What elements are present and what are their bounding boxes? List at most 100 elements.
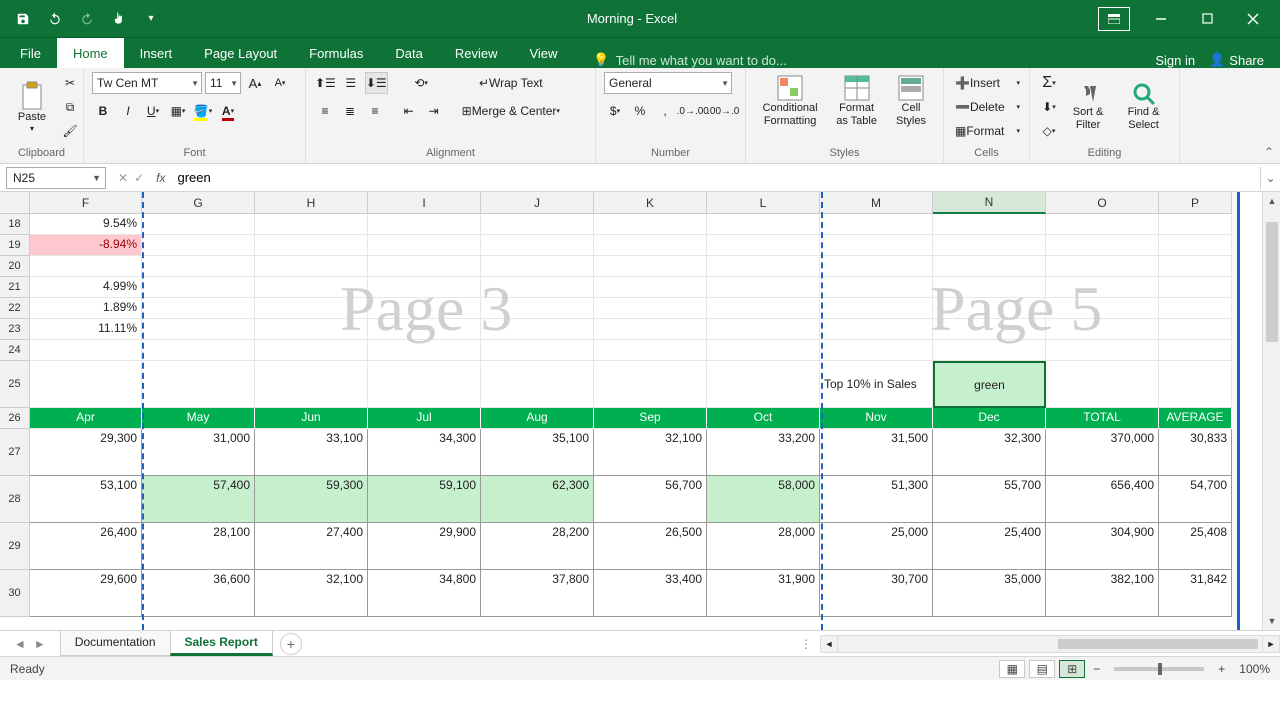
row-header-30[interactable]: 30 bbox=[0, 570, 30, 617]
col-header-K[interactable]: K bbox=[594, 192, 707, 214]
sign-in-link[interactable]: Sign in bbox=[1155, 53, 1195, 68]
cell[interactable] bbox=[481, 277, 594, 298]
sheet-tab-documentation[interactable]: Documentation bbox=[60, 631, 171, 656]
cell[interactable] bbox=[481, 361, 594, 408]
row-header-29[interactable]: 29 bbox=[0, 523, 30, 570]
cell[interactable] bbox=[1159, 361, 1232, 408]
insert-cells-button[interactable]: ➕ Insert ▾ bbox=[952, 72, 1021, 94]
cell[interactable] bbox=[1046, 298, 1159, 319]
cell[interactable] bbox=[255, 214, 368, 235]
cell[interactable] bbox=[820, 298, 933, 319]
cell[interactable] bbox=[1159, 319, 1232, 340]
cell[interactable] bbox=[594, 319, 707, 340]
format-as-table-button[interactable]: Format as Table bbox=[829, 72, 884, 130]
cell[interactable] bbox=[594, 214, 707, 235]
tab-view[interactable]: View bbox=[513, 38, 573, 68]
page-break-view-icon[interactable]: ⊞ bbox=[1059, 660, 1085, 678]
zoom-level[interactable]: 100% bbox=[1239, 662, 1270, 676]
col-header-J[interactable]: J bbox=[481, 192, 594, 214]
cell[interactable] bbox=[707, 298, 820, 319]
cell[interactable] bbox=[707, 319, 820, 340]
data-cell[interactable]: 30,833 bbox=[1159, 429, 1232, 476]
month-header-cell[interactable]: TOTAL bbox=[1046, 408, 1159, 429]
accounting-format-icon[interactable]: $▾ bbox=[604, 100, 626, 122]
data-cell[interactable]: 57,400 bbox=[142, 476, 255, 523]
decrease-indent-icon[interactable]: ⇤ bbox=[398, 100, 420, 122]
tell-me-box[interactable]: 💡 bbox=[593, 52, 835, 68]
expand-formula-bar-icon[interactable]: ⌄ bbox=[1260, 167, 1280, 189]
cell[interactable] bbox=[481, 340, 594, 361]
cell[interactable] bbox=[142, 235, 255, 256]
data-cell[interactable]: 51,300 bbox=[820, 476, 933, 523]
autosum-icon[interactable]: Σ▾ bbox=[1038, 72, 1060, 94]
data-cell[interactable]: 31,000 bbox=[142, 429, 255, 476]
data-cell[interactable]: 28,000 bbox=[707, 523, 820, 570]
data-cell[interactable]: 32,100 bbox=[255, 570, 368, 617]
cell[interactable] bbox=[368, 319, 481, 340]
tab-insert[interactable]: Insert bbox=[124, 38, 189, 68]
row-header-22[interactable]: 22 bbox=[0, 298, 30, 319]
month-header-cell[interactable]: AVERAGE bbox=[1159, 408, 1232, 429]
horizontal-scrollbar[interactable]: ⋮ ◄ ► bbox=[800, 635, 1280, 653]
row-header-23[interactable]: 23 bbox=[0, 319, 30, 340]
data-cell[interactable]: 58,000 bbox=[707, 476, 820, 523]
top10-label-cell[interactable]: Top 10% in Sales bbox=[820, 361, 933, 408]
new-sheet-button[interactable]: + bbox=[280, 633, 302, 655]
qat-customize-icon[interactable]: ▾ bbox=[136, 5, 166, 33]
number-format-combo[interactable]: General▼ bbox=[604, 72, 732, 94]
col-header-L[interactable]: L bbox=[707, 192, 820, 214]
cell[interactable] bbox=[142, 340, 255, 361]
cell[interactable] bbox=[255, 340, 368, 361]
data-cell[interactable]: 31,842 bbox=[1159, 570, 1232, 617]
formula-input[interactable] bbox=[171, 170, 1260, 185]
row-header-25[interactable]: 25 bbox=[0, 361, 30, 408]
row-header-19[interactable]: 19 bbox=[0, 235, 30, 256]
cut-icon[interactable]: ✂ bbox=[59, 72, 81, 94]
month-header-cell[interactable]: Sep bbox=[594, 408, 707, 429]
cell[interactable] bbox=[142, 256, 255, 277]
touch-mode-icon[interactable] bbox=[104, 5, 134, 33]
percent-format-icon[interactable]: % bbox=[629, 100, 651, 122]
cell[interactable] bbox=[255, 256, 368, 277]
cell[interactable] bbox=[255, 235, 368, 256]
cell[interactable] bbox=[1159, 256, 1232, 277]
vscroll-thumb[interactable] bbox=[1266, 222, 1278, 342]
tab-review[interactable]: Review bbox=[439, 38, 514, 68]
tab-formulas[interactable]: Formulas bbox=[293, 38, 379, 68]
data-cell[interactable]: 59,300 bbox=[255, 476, 368, 523]
zoom-out-icon[interactable]: − bbox=[1089, 662, 1104, 676]
format-cells-button[interactable]: ▦ Format ▾ bbox=[952, 120, 1021, 142]
data-cell[interactable]: 36,600 bbox=[142, 570, 255, 617]
minimize-button[interactable] bbox=[1138, 4, 1184, 34]
tell-me-input[interactable] bbox=[616, 53, 836, 68]
align-top-icon[interactable]: ⬆☰ bbox=[314, 72, 337, 94]
orientation-icon[interactable]: ⟲▾ bbox=[398, 72, 445, 94]
cell[interactable] bbox=[1159, 298, 1232, 319]
cell[interactable] bbox=[142, 361, 255, 408]
data-cell[interactable]: 26,400 bbox=[30, 523, 142, 570]
data-cell[interactable]: 55,700 bbox=[933, 476, 1046, 523]
conditional-formatting-button[interactable]: Conditional Formatting bbox=[754, 72, 826, 130]
enter-formula-icon[interactable]: ✓ bbox=[134, 171, 144, 185]
cell[interactable]: -8.94% bbox=[30, 235, 142, 256]
row-header-18[interactable]: 18 bbox=[0, 214, 30, 235]
month-header-cell[interactable]: Jul bbox=[368, 408, 481, 429]
cell[interactable] bbox=[820, 235, 933, 256]
data-cell[interactable]: 26,500 bbox=[594, 523, 707, 570]
green-legend-cell[interactable]: green bbox=[933, 361, 1046, 408]
hscroll-right-icon[interactable]: ► bbox=[1262, 635, 1280, 653]
cell[interactable] bbox=[594, 235, 707, 256]
col-header-O[interactable]: O bbox=[1046, 192, 1159, 214]
cell[interactable] bbox=[820, 214, 933, 235]
italic-button[interactable]: I bbox=[117, 100, 139, 122]
cell[interactable]: 4.99% bbox=[30, 277, 142, 298]
data-cell[interactable]: 35,100 bbox=[481, 429, 594, 476]
file-tab[interactable]: File bbox=[4, 38, 57, 68]
merge-center-button[interactable]: ⊞ Merge & Center ▾ bbox=[455, 100, 567, 122]
cell[interactable] bbox=[481, 235, 594, 256]
cell[interactable] bbox=[933, 340, 1046, 361]
month-header-cell[interactable]: May bbox=[142, 408, 255, 429]
col-header-N[interactable]: N bbox=[933, 192, 1046, 214]
vertical-scrollbar[interactable]: ▲ ▼ bbox=[1262, 192, 1280, 630]
redo-icon[interactable] bbox=[72, 5, 102, 33]
